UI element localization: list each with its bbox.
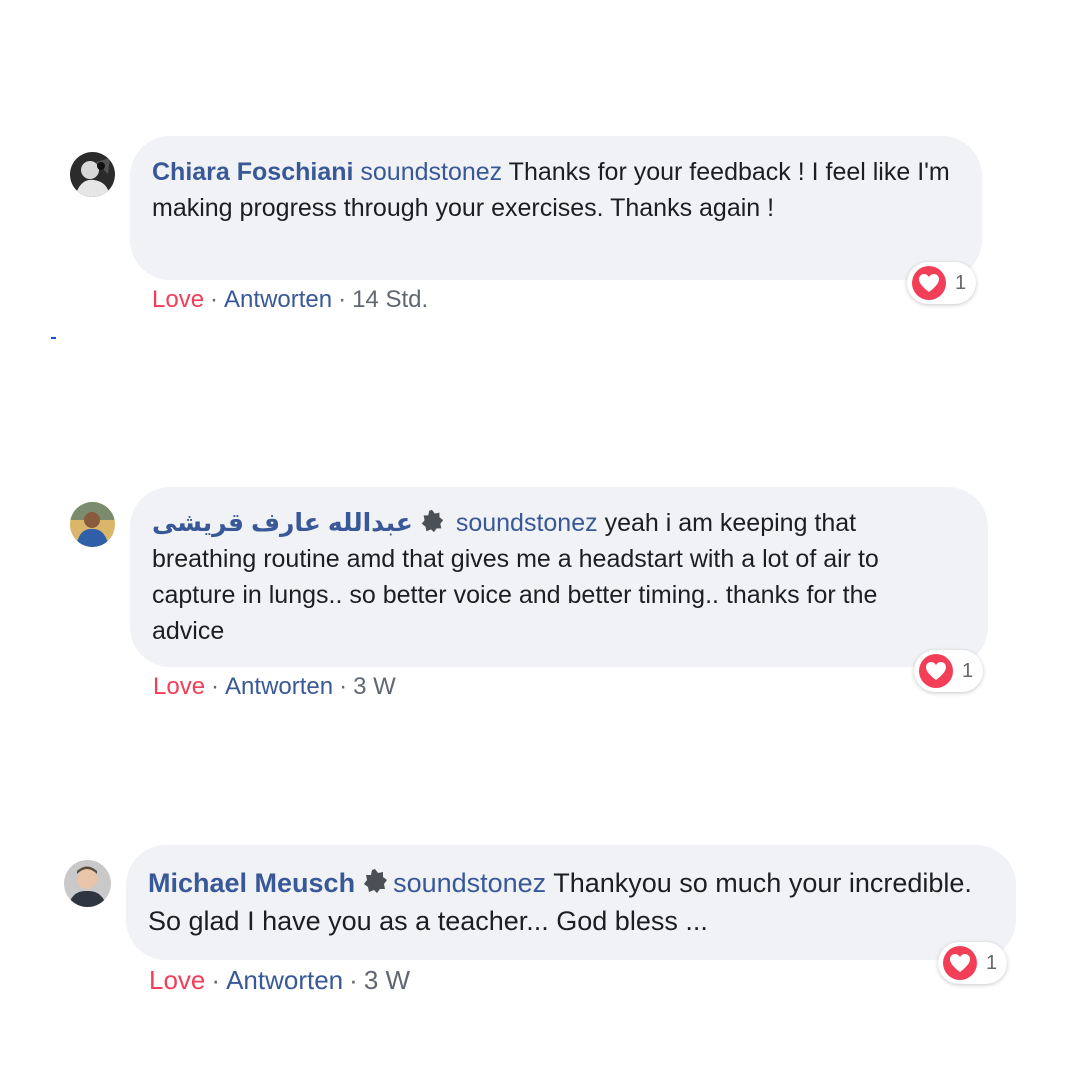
reaction-count: 1 [986, 951, 998, 974]
reaction-count: 1 [962, 659, 974, 682]
avatar-man-photo-icon [64, 860, 111, 907]
reaction-badge[interactable]: 1 [907, 262, 977, 304]
avatar[interactable] [64, 860, 111, 907]
separator: · [211, 673, 220, 700]
comment-author[interactable]: Chiara Foschiani [152, 158, 353, 186]
comment-bubble: Chiara Foschiani soundstonez Thanks for … [130, 136, 982, 280]
reaction-badge[interactable]: 1 [938, 942, 1008, 984]
reply-link[interactable]: Antworten [226, 965, 343, 995]
love-link[interactable]: Love [149, 965, 205, 995]
reaction-badge[interactable]: 1 [914, 650, 984, 692]
comment-author[interactable]: عبدالله عارف قریشی [152, 509, 413, 537]
reaction-count: 1 [955, 271, 967, 294]
avatar-dark-photo-icon [70, 152, 115, 197]
love-link[interactable]: Love [152, 286, 204, 313]
separator: · [211, 965, 221, 995]
heart-icon [911, 265, 947, 301]
separator: · [210, 286, 219, 313]
top-fan-badge-icon [419, 508, 445, 534]
reply-link[interactable]: Antworten [224, 286, 332, 313]
mention-link[interactable]: soundstonez [360, 158, 502, 186]
love-link[interactable]: Love [153, 673, 205, 700]
comment-timestamp[interactable]: 3 W [353, 673, 396, 700]
separator: · [339, 673, 348, 700]
comment-timestamp[interactable]: 14 Std. [352, 286, 428, 313]
comment-actions: Love · Antworten · 14 Std. [152, 286, 428, 314]
comment-author[interactable]: Michael Meusch [148, 868, 355, 898]
mention-link[interactable]: soundstonez [456, 509, 598, 537]
separator: · [338, 286, 347, 313]
separator: · [349, 965, 358, 995]
top-fan-badge-icon [361, 867, 389, 895]
comment-actions: Love · Antworten · 3 W [153, 673, 396, 701]
heart-icon [942, 945, 978, 981]
reply-link[interactable]: Antworten [225, 673, 333, 700]
heart-icon [918, 653, 954, 689]
mention-link[interactable]: soundstonez [393, 868, 546, 898]
avatar[interactable] [70, 502, 115, 547]
avatar[interactable] [70, 152, 115, 197]
comment-actions: Love · Antworten · 3 W [149, 965, 410, 996]
avatar-person-photo-icon [70, 502, 115, 547]
comment-bubble: Michael Meusch soundstonez Thankyou so mu… [126, 845, 1016, 960]
comment-timestamp[interactable]: 3 W [364, 965, 410, 995]
stray-dot [51, 337, 56, 339]
comment-bubble: عبدالله عارف قریشی soundstonez yeah i am… [130, 487, 988, 667]
